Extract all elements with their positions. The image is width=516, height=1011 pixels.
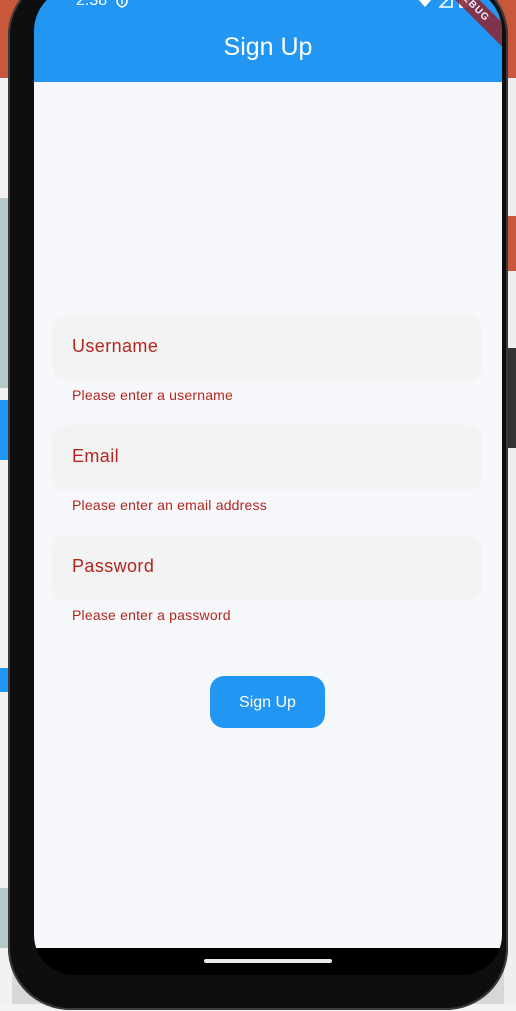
- sign-up-form: Username Please enter a username Email P…: [34, 82, 502, 948]
- phone-frame: 2:38 Sign Up DEBUG Username Please enter…: [8, 0, 508, 1010]
- home-indicator[interactable]: [204, 959, 332, 963]
- email-field[interactable]: Email: [52, 425, 482, 491]
- username-error: Please enter a username: [72, 387, 234, 403]
- password-error: Please enter a password: [72, 607, 231, 623]
- wifi-icon: [419, 0, 431, 7]
- navigation-bar: [34, 948, 502, 975]
- password-field-label: Password: [72, 556, 155, 576]
- username-field[interactable]: Username: [52, 315, 482, 381]
- sign-up-button[interactable]: Sign Up: [210, 676, 325, 728]
- phone-screen: 2:38 Sign Up DEBUG Username Please enter…: [34, 0, 502, 975]
- email-field-label: Email: [72, 446, 120, 466]
- email-error: Please enter an email address: [72, 497, 267, 513]
- username-field-label: Username: [72, 336, 159, 356]
- page-title: Sign Up: [223, 33, 313, 61]
- status-bar: 2:38: [34, 0, 502, 17]
- app-bar: Sign Up: [34, 17, 502, 82]
- signal-icon: [439, 0, 453, 8]
- shield-icon: [116, 0, 128, 8]
- password-field[interactable]: Password: [52, 535, 482, 601]
- status-time: 2:38: [76, 0, 108, 9]
